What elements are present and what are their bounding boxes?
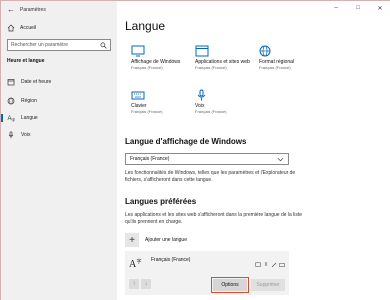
sidebar-item-voice[interactable]: Voix	[1, 128, 117, 142]
sidebar-item-label: Langue	[21, 115, 38, 121]
handwriting-feature-icon	[271, 255, 277, 268]
preferred-languages-description: Les applications et les sites web s'affi…	[125, 212, 303, 225]
keyboard-feature-icon	[279, 255, 285, 267]
move-down-button[interactable]: ↓	[141, 279, 151, 289]
window-controls: – □ ✕	[325, 1, 390, 15]
sidebar-item-label: Date et heure	[21, 79, 52, 85]
svg-text:字: 字	[11, 117, 15, 123]
options-button[interactable]: Options	[211, 277, 249, 293]
nav-home-label: Accueil	[20, 25, 37, 31]
search-icon	[100, 42, 107, 49]
sidebar-item-label: Voix	[21, 132, 31, 138]
add-language-label: Ajouter une langue	[145, 237, 187, 243]
search-input[interactable]: Rechercher un paramètre	[7, 39, 111, 51]
sidebar-item-region[interactable]: Région	[1, 94, 117, 108]
remove-button[interactable]: Supprimer	[251, 279, 285, 291]
tile-regional-format[interactable]: Format régional Français (France)	[259, 43, 321, 71]
display-feature-icon	[255, 255, 261, 267]
sidebar: ← Paramètres Accueil Rechercher un param…	[1, 1, 117, 300]
globe-icon	[7, 97, 15, 105]
microphone-icon	[7, 131, 15, 139]
sidebar-item-date-time[interactable]: Date et heure	[1, 75, 117, 89]
move-up-button[interactable]: ↑	[129, 279, 139, 289]
tile-voice[interactable]: Voix Français (France)	[195, 87, 257, 115]
close-icon[interactable]: ✕	[369, 1, 390, 15]
home-icon	[7, 24, 15, 32]
keyboard-icon	[131, 87, 193, 101]
section-heading: Heure et langue	[7, 58, 45, 64]
chevron-down-icon	[277, 157, 284, 161]
globe-icon	[259, 43, 321, 57]
search-placeholder: Rechercher un paramètre	[11, 42, 68, 48]
maximize-icon[interactable]: □	[347, 1, 369, 15]
apps-window-icon	[195, 43, 257, 57]
tile-windows-display[interactable]: Affichage de Windows Français (France)	[131, 43, 193, 71]
language-icon: A字	[7, 114, 16, 123]
microphone-icon	[195, 87, 257, 101]
add-language-button[interactable]: + Ajouter une langue	[125, 233, 187, 247]
language-list-item[interactable]: A字 Français (France) ↑ ↓ Options Supprim…	[125, 251, 289, 295]
nav-home[interactable]: Accueil	[7, 23, 36, 33]
display-language-heading: Langue d'affichage de Windows	[125, 137, 247, 146]
arrow-down-icon: ↓	[144, 281, 148, 287]
minimize-icon[interactable]: –	[325, 1, 347, 15]
language-features	[255, 255, 285, 268]
tile-keyboard[interactable]: Clavier Français (France)	[131, 87, 193, 115]
speech-feature-icon	[263, 255, 269, 266]
language-name: Français (France)	[151, 257, 191, 263]
arrow-up-icon: ↑	[132, 281, 136, 287]
plus-icon: +	[125, 233, 139, 247]
main-pane: – □ ✕ Langue Affichage de Windows França…	[117, 1, 390, 300]
tile-sublabel: Français (France)	[259, 65, 291, 70]
tile-sublabel: Français (France)	[131, 65, 163, 70]
app-title: Paramètres	[20, 7, 46, 13]
tile-sublabel: Français (France)	[195, 109, 227, 114]
monitor-icon	[131, 43, 193, 57]
display-language-value: Français (France)	[130, 156, 170, 162]
title-bar: ← Paramètres	[7, 5, 46, 15]
display-language-description: Les fonctionnalités de Windows, telles q…	[125, 170, 296, 183]
page-title: Langue	[125, 19, 166, 33]
svg-text:字: 字	[137, 258, 142, 265]
sidebar-item-language[interactable]: A字 Langue	[1, 111, 117, 125]
display-language-select[interactable]: Français (France)	[125, 153, 289, 165]
settings-window: ← Paramètres Accueil Rechercher un param…	[0, 0, 390, 300]
back-arrow-icon[interactable]: ←	[7, 6, 15, 14]
preferred-languages-heading: Langues préférées	[125, 197, 197, 206]
tile-sublabel: Français (France)	[131, 109, 163, 114]
tile-sublabel: Français (France)	[195, 65, 227, 70]
language-glyph-icon: A字	[129, 258, 142, 269]
language-tiles: Affichage de Windows Français (France) A…	[125, 43, 387, 123]
sidebar-item-label: Région	[21, 98, 37, 104]
tile-apps-websites[interactable]: Applications et sites web Français (Fran…	[195, 43, 257, 71]
calendar-icon	[7, 78, 15, 86]
